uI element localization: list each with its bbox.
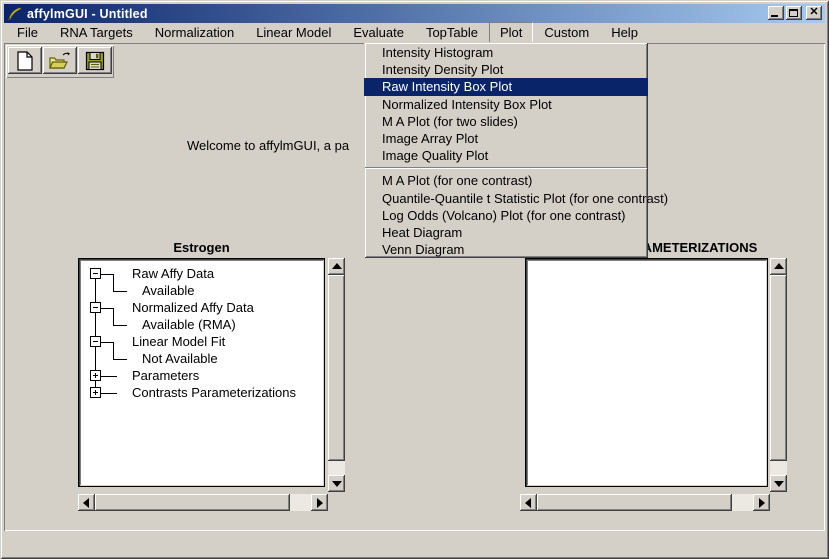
menu-normalization[interactable]: Normalization bbox=[144, 22, 245, 44]
menu-plot[interactable]: Plot bbox=[489, 22, 533, 44]
arrow-up-icon bbox=[774, 263, 784, 269]
maximize-button[interactable] bbox=[786, 6, 802, 20]
tree-item-available-rma-[interactable]: Available (RMA) bbox=[142, 317, 236, 332]
scroll-thumb[interactable] bbox=[328, 275, 345, 461]
app-window: affylmGUI - Untitled ✕ FileRNA TargetsNo… bbox=[0, 0, 829, 559]
collapse-toggle-icon[interactable] bbox=[90, 302, 101, 313]
tree-connector-line bbox=[113, 325, 127, 326]
scroll-left-button[interactable] bbox=[78, 494, 95, 511]
tree-item-not-available[interactable]: Not Available bbox=[142, 351, 218, 366]
save-floppy-icon bbox=[85, 51, 105, 71]
scroll-down-button[interactable] bbox=[770, 475, 787, 492]
tree-connector-line bbox=[113, 359, 127, 360]
tree-item-parameters[interactable]: Parameters bbox=[132, 368, 199, 383]
maximize-icon bbox=[789, 9, 798, 17]
menu-file[interactable]: File bbox=[6, 22, 49, 44]
status-tree: Raw Affy Data Available Normalized Affy Da… bbox=[82, 262, 321, 483]
collapse-toggle-icon[interactable] bbox=[90, 336, 101, 347]
scroll-up-button[interactable] bbox=[328, 258, 345, 275]
menu-help[interactable]: Help bbox=[600, 22, 649, 44]
tree-item-contrasts-parameterizations[interactable]: Contrasts Parameterizations bbox=[132, 385, 296, 400]
tree-connector-line bbox=[101, 376, 117, 377]
scroll-left-button[interactable] bbox=[520, 494, 537, 511]
scroll-thumb[interactable] bbox=[770, 275, 787, 461]
titlebar[interactable]: affylmGUI - Untitled ✕ bbox=[4, 4, 825, 23]
scroll-up-button[interactable] bbox=[770, 258, 787, 275]
scroll-thumb[interactable] bbox=[95, 494, 290, 511]
scroll-thumb[interactable] bbox=[537, 494, 732, 511]
tree-item-raw-affy-data[interactable]: Raw Affy Data bbox=[132, 266, 214, 281]
menu-item-quantile-quantile-t-statistic-plot-for-one-contrast-[interactable]: Quantile-Quantile t Statistic Plot (for … bbox=[364, 190, 648, 207]
arrow-left-icon bbox=[83, 498, 89, 508]
tree-connector-line bbox=[113, 274, 114, 291]
contrasts-listbox[interactable] bbox=[525, 258, 768, 487]
menu-toptable[interactable]: TopTable bbox=[415, 22, 489, 44]
tree-connector-line bbox=[113, 308, 114, 325]
feather-icon bbox=[7, 7, 23, 21]
left-panel-header: Estrogen bbox=[78, 240, 325, 255]
menubar: FileRNA TargetsNormalizationLinear Model… bbox=[4, 23, 825, 43]
arrow-up-icon bbox=[332, 263, 342, 269]
menu-item-venn-diagram[interactable]: Venn Diagram bbox=[364, 241, 648, 258]
menu-item-intensity-histogram[interactable]: Intensity Histogram bbox=[364, 44, 648, 61]
open-file-button[interactable] bbox=[43, 47, 77, 74]
menu-item-image-quality-plot[interactable]: Image Quality Plot bbox=[364, 147, 648, 164]
tree-connector-line bbox=[113, 291, 127, 292]
menu-item-heat-diagram[interactable]: Heat Diagram bbox=[364, 224, 648, 241]
new-document-icon bbox=[16, 51, 34, 71]
left-horizontal-scrollbar[interactable] bbox=[78, 494, 328, 511]
scroll-right-button[interactable] bbox=[753, 494, 770, 511]
tree-item-normalized-affy-data[interactable]: Normalized Affy Data bbox=[132, 300, 254, 315]
scroll-right-button[interactable] bbox=[311, 494, 328, 511]
status-tree-listbox[interactable]: Raw Affy Data Available Normalized Affy Da… bbox=[78, 258, 325, 487]
expand-toggle-icon[interactable] bbox=[90, 387, 101, 398]
right-vertical-scrollbar[interactable] bbox=[770, 258, 787, 492]
menu-separator bbox=[365, 167, 647, 169]
menu-item-m-a-plot-for-two-slides-[interactable]: M A Plot (for two slides) bbox=[364, 113, 648, 130]
menu-item-log-odds-volcano-plot-for-one-contrast-[interactable]: Log Odds (Volcano) Plot (for one contras… bbox=[364, 207, 648, 224]
menu-item-image-array-plot[interactable]: Image Array Plot bbox=[364, 130, 648, 147]
tree-connector-line bbox=[101, 393, 117, 394]
close-icon: ✕ bbox=[806, 6, 822, 20]
scroll-down-button[interactable] bbox=[328, 475, 345, 492]
new-file-button[interactable] bbox=[8, 47, 42, 74]
minimize-button[interactable] bbox=[768, 6, 784, 20]
plot-menu-popup: Intensity HistogramIntensity Density Plo… bbox=[364, 42, 648, 258]
tree-item-available[interactable]: Available bbox=[142, 283, 195, 298]
menu-custom[interactable]: Custom bbox=[533, 22, 600, 44]
menu-evaluate[interactable]: Evaluate bbox=[342, 22, 415, 44]
arrow-right-icon bbox=[317, 498, 323, 508]
arrow-down-icon bbox=[332, 481, 342, 487]
menu-item-intensity-density-plot[interactable]: Intensity Density Plot bbox=[364, 61, 648, 78]
menu-item-m-a-plot-for-one-contrast-[interactable]: M A Plot (for one contrast) bbox=[364, 172, 648, 189]
arrow-right-icon bbox=[759, 498, 765, 508]
close-button[interactable]: ✕ bbox=[806, 6, 822, 20]
right-horizontal-scrollbar[interactable] bbox=[520, 494, 770, 511]
collapse-toggle-icon[interactable] bbox=[90, 268, 101, 279]
arrow-down-icon bbox=[774, 481, 784, 487]
save-file-button[interactable] bbox=[78, 47, 112, 74]
minimize-icon bbox=[771, 15, 778, 17]
arrow-left-icon bbox=[525, 498, 531, 508]
expand-toggle-icon[interactable] bbox=[90, 370, 101, 381]
tree-connector-line bbox=[113, 342, 114, 359]
menu-rna-targets[interactable]: RNA Targets bbox=[49, 22, 144, 44]
menu-item-normalized-intensity-box-plot[interactable]: Normalized Intensity Box Plot bbox=[364, 96, 648, 113]
window-title: affylmGUI - Untitled bbox=[27, 7, 148, 21]
toolbar bbox=[6, 45, 114, 78]
tree-item-linear-model-fit[interactable]: Linear Model Fit bbox=[132, 334, 225, 349]
menu-item-raw-intensity-box-plot[interactable]: Raw Intensity Box Plot bbox=[364, 78, 648, 95]
menu-linear-model[interactable]: Linear Model bbox=[245, 22, 342, 44]
welcome-text: Welcome to affylmGUI, a pa bbox=[187, 138, 349, 153]
left-vertical-scrollbar[interactable] bbox=[328, 258, 345, 492]
open-folder-icon bbox=[48, 51, 72, 71]
